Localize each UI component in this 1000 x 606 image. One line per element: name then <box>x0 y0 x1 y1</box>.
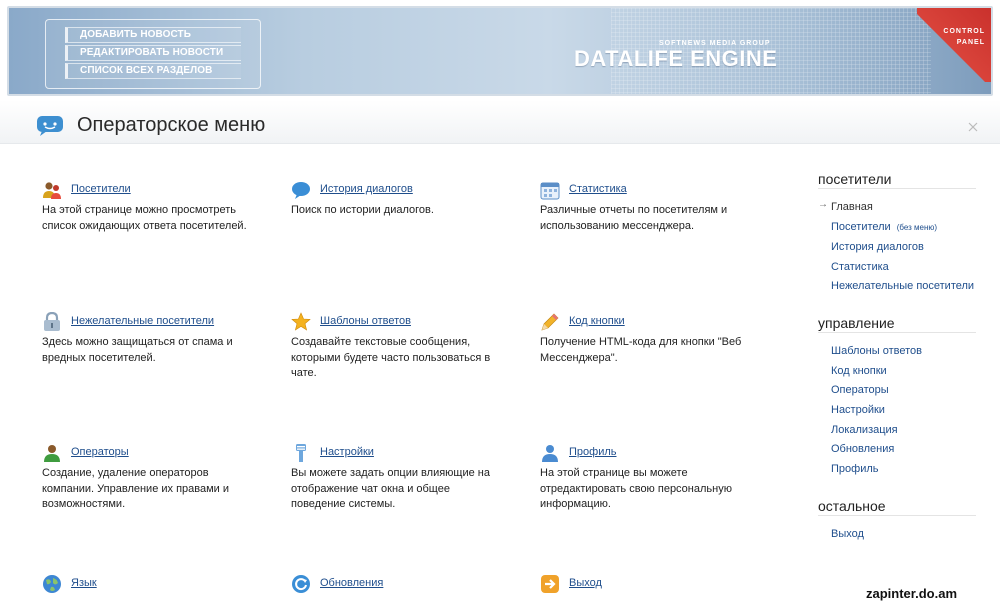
header-banner: ДОБАВИТЬ НОВОСТЬ РЕДАКТИРОВАТЬ НОВОСТИ С… <box>7 6 993 96</box>
sidebar-item-statistics[interactable]: Статистика <box>831 261 889 273</box>
sidebar-item-button-code[interactable]: Код кнопки <box>831 365 887 377</box>
card-exit: Выход <box>540 574 760 596</box>
card-desc-templates: Создавайте текстовые сообщения, которыми… <box>291 336 491 379</box>
sidebar-divider <box>818 332 976 333</box>
page-title: Операторское меню <box>77 114 266 136</box>
card-link-banned[interactable]: Нежелательные посетители <box>71 315 214 327</box>
current-arrow-icon: → <box>818 199 828 210</box>
no-menu-note[interactable]: (без меню) <box>897 223 937 232</box>
card-templates: Шаблоны ответов Создавайте текстовые соо… <box>291 312 511 382</box>
card-settings: Настройки Вы можете задать опции влияющи… <box>291 443 511 513</box>
title-bar: Операторское меню <box>0 100 1000 144</box>
sidebar-item-updates[interactable]: Обновления <box>831 443 894 455</box>
card-link-operators[interactable]: Операторы <box>71 446 129 458</box>
card-button-code: Код кнопки Получение HTML-кода для кнопк… <box>540 312 760 366</box>
star-icon <box>291 312 311 331</box>
corner-line-2: PANEL <box>956 39 985 46</box>
card-desc-banned: Здесь можно защищаться от спама и вредны… <box>42 336 233 364</box>
sidebar-item-exit[interactable]: Выход <box>831 528 864 540</box>
sidebar-item-history[interactable]: История диалогов <box>831 241 924 253</box>
card-link-updates[interactable]: Обновления <box>320 577 383 589</box>
exit-icon <box>541 575 559 593</box>
sidebar-divider <box>818 515 976 516</box>
settings-icon <box>296 444 306 462</box>
card-statistics: Статистика Различные отчеты по посетител… <box>540 180 760 234</box>
sidebar-item-localization[interactable]: Локализация <box>831 424 898 436</box>
visitors-icon <box>43 182 61 199</box>
card-desc-profile: На этой странице вы можете отредактирова… <box>540 467 732 510</box>
card-link-profile[interactable]: Профиль <box>569 446 617 458</box>
card-desc-operators: Создание, удаление операторов компании. … <box>42 467 230 510</box>
card-updates: Обновления <box>291 574 511 596</box>
card-banned: Нежелательные посетители Здесь можно защ… <box>42 312 262 366</box>
brand-logo[interactable]: DATALIFE ENGINE <box>574 46 777 72</box>
sidebar-item-operators[interactable]: Операторы <box>831 384 889 396</box>
watermark: zapinter.do.am <box>866 586 958 601</box>
card-link-visitors[interactable]: Посетители <box>71 183 131 195</box>
card-desc-statistics: Различные отчеты по посетителям и исполь… <box>540 204 728 232</box>
operator-icon <box>44 445 60 462</box>
corner-line-1: CONTROL <box>943 28 985 35</box>
lock-icon <box>44 312 60 331</box>
card-desc-settings: Вы можете задать опции влияющие на отобр… <box>291 467 490 510</box>
pencil-icon <box>541 313 559 331</box>
card-desc-button-code: Получение HTML-кода для кнопки "Веб Месс… <box>540 336 742 364</box>
sidebar-item-visitors[interactable]: Посетители (без меню) <box>831 221 937 233</box>
quick-menu: ДОБАВИТЬ НОВОСТЬ РЕДАКТИРОВАТЬ НОВОСТИ С… <box>45 19 261 89</box>
sidebar-item-banned[interactable]: Нежелательные посетители <box>831 280 974 292</box>
card-link-templates[interactable]: Шаблоны ответов <box>320 315 411 327</box>
card-desc-visitors: На этой странице можно просмотреть списо… <box>42 204 247 232</box>
sidebar-item-profile[interactable]: Профиль <box>831 463 879 475</box>
chat-icon <box>37 116 63 136</box>
card-link-history[interactable]: История диалогов <box>320 183 413 195</box>
calendar-icon <box>540 182 560 200</box>
sidebar-item-settings[interactable]: Настройки <box>831 404 885 416</box>
menu-edit-news[interactable]: РЕДАКТИРОВАТЬ НОВОСТИ <box>65 45 241 61</box>
profile-icon <box>542 445 558 462</box>
sidebar-item-visitors-label: Посетители <box>831 221 891 233</box>
control-panel-label: CONTROL PANEL <box>943 26 985 48</box>
sidebar-heading-other: остальное <box>818 498 886 514</box>
collapse-icon[interactable] <box>968 122 978 132</box>
card-desc-history: Поиск по истории диалогов. <box>291 204 434 216</box>
card-language: Язык <box>42 574 262 596</box>
sidebar-divider <box>818 188 976 189</box>
globe-icon <box>43 575 61 593</box>
card-operators: Операторы Создание, удаление операторов … <box>42 443 262 513</box>
sidebar-heading-visitors: посетители <box>818 171 892 187</box>
card-link-exit[interactable]: Выход <box>569 577 602 589</box>
card-link-settings[interactable]: Настройки <box>320 446 374 458</box>
card-link-button-code[interactable]: Код кнопки <box>569 315 625 327</box>
card-link-language[interactable]: Язык <box>71 577 97 589</box>
sidebar-item-templates[interactable]: Шаблоны ответов <box>831 345 922 357</box>
menu-all-sections[interactable]: СПИСОК ВСЕХ РАЗДЕЛОВ <box>65 63 241 79</box>
sidebar-item-home[interactable]: Главная <box>831 201 873 213</box>
sidebar-heading-manage: управление <box>818 315 895 331</box>
card-visitors: Посетители На этой странице можно просмо… <box>42 180 262 234</box>
update-icon <box>292 575 310 593</box>
card-profile: Профиль На этой странице вы можете отред… <box>540 443 760 513</box>
card-history: История диалогов Поиск по истории диалог… <box>291 180 511 219</box>
chat-bubble-icon <box>292 182 310 199</box>
menu-add-news[interactable]: ДОБАВИТЬ НОВОСТЬ <box>65 27 241 43</box>
card-link-statistics[interactable]: Статистика <box>569 183 627 195</box>
